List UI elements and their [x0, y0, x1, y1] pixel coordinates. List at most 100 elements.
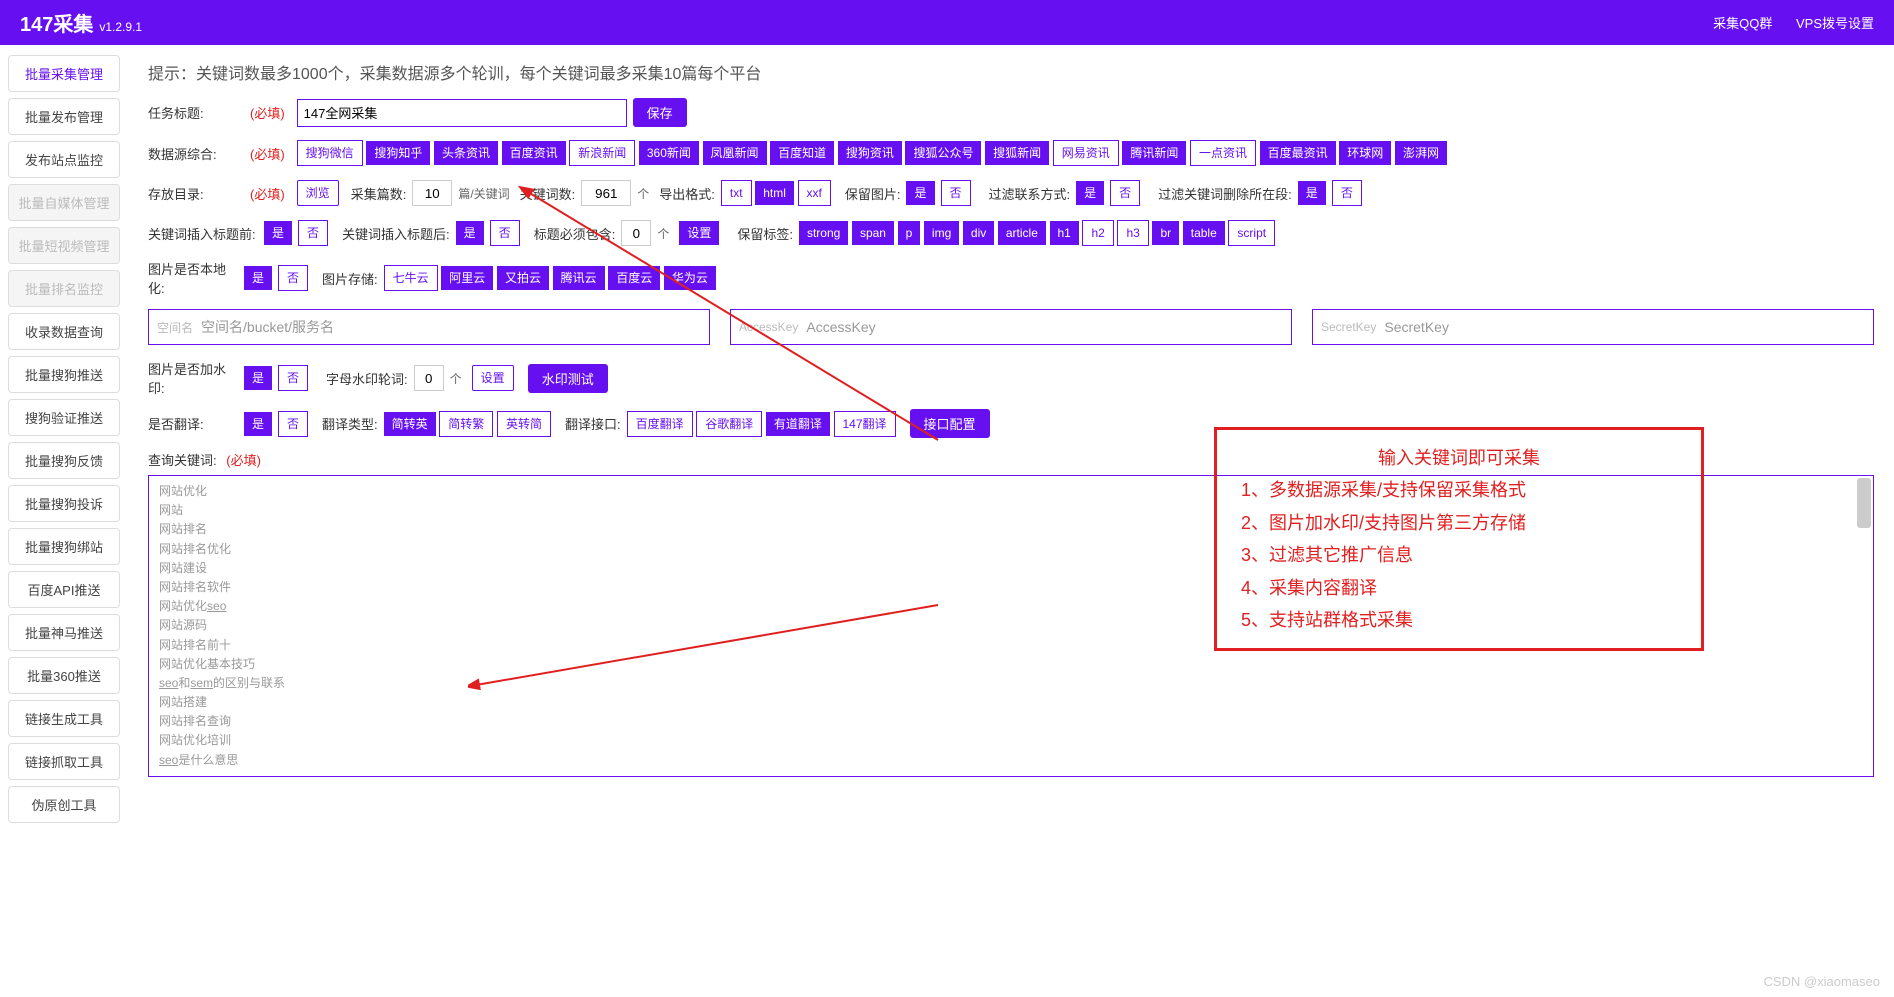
- save-button[interactable]: 保存: [633, 98, 687, 127]
- trans-yes[interactable]: 是: [244, 412, 272, 436]
- wm-rot-label: 字母水印轮词:: [326, 369, 408, 388]
- filter-kw-no[interactable]: 否: [1332, 180, 1362, 206]
- keep-tag-11[interactable]: script: [1228, 220, 1275, 246]
- sidebar-item-9[interactable]: 批量搜狗反馈: [8, 442, 120, 479]
- kw-after-yes[interactable]: 是: [456, 221, 484, 245]
- keep-tag-8[interactable]: h3: [1117, 220, 1148, 246]
- sidebar-item-14[interactable]: 批量360推送: [8, 657, 120, 694]
- source-tag-5[interactable]: 360新闻: [639, 141, 699, 165]
- source-tag-14[interactable]: 百度最资讯: [1260, 141, 1336, 165]
- store-tag-3[interactable]: 腾讯云: [553, 266, 605, 290]
- keep-tag-1[interactable]: span: [852, 221, 894, 245]
- sidebar-item-6[interactable]: 收录数据查询: [8, 313, 120, 350]
- img-local-no[interactable]: 否: [278, 265, 308, 291]
- trans-type-tag-2[interactable]: 英转简: [497, 411, 551, 437]
- source-tag-6[interactable]: 凤凰新闻: [703, 141, 767, 165]
- wm-no[interactable]: 否: [278, 365, 308, 391]
- keep-tag-4[interactable]: div: [963, 221, 994, 245]
- filter-kw-yes[interactable]: 是: [1298, 181, 1326, 205]
- keep-tag-10[interactable]: table: [1183, 221, 1225, 245]
- keep-tag-9[interactable]: br: [1152, 221, 1179, 245]
- sidebar-item-0[interactable]: 批量采集管理: [8, 55, 120, 92]
- trans-api-tag-1[interactable]: 谷歌翻译: [696, 411, 762, 437]
- kwcount-input[interactable]: [581, 180, 631, 206]
- source-tag-3[interactable]: 百度资讯: [502, 141, 566, 165]
- sidebar-item-16[interactable]: 链接抓取工具: [8, 743, 120, 780]
- task-title-input[interactable]: [297, 99, 627, 127]
- title-must-unit: 个: [657, 225, 669, 242]
- keepimg-no[interactable]: 否: [941, 180, 971, 206]
- kw-before-yes[interactable]: 是: [264, 221, 292, 245]
- source-tag-1[interactable]: 搜狗知乎: [366, 141, 430, 165]
- trans-api-tag-3[interactable]: 147翻译: [834, 411, 896, 437]
- link-vps[interactable]: VPS拨号设置: [1796, 16, 1874, 31]
- wm-test-button[interactable]: 水印测试: [528, 364, 608, 393]
- format-tag-2[interactable]: xxf: [798, 180, 831, 206]
- kw-before-no[interactable]: 否: [298, 220, 328, 246]
- sk-input[interactable]: [1384, 319, 1865, 335]
- count-input[interactable]: [412, 180, 452, 206]
- trans-label: 是否翻译:: [148, 414, 238, 433]
- trans-type-tag-1[interactable]: 简转繁: [439, 411, 493, 437]
- source-tag-16[interactable]: 澎湃网: [1395, 141, 1447, 165]
- ak-input[interactable]: [806, 319, 1283, 335]
- browse-button[interactable]: 浏览: [297, 180, 339, 206]
- sidebar-item-15[interactable]: 链接生成工具: [8, 700, 120, 737]
- sidebar-item-17[interactable]: 伪原创工具: [8, 786, 120, 823]
- keyword-textarea[interactable]: 网站优化网站网站排名网站排名优化网站建设网站排名软件网站优化seo网站源码网站排…: [148, 475, 1874, 777]
- sidebar-item-8[interactable]: 搜狗验证推送: [8, 399, 120, 436]
- kw-after-no[interactable]: 否: [490, 220, 520, 246]
- wm-set-button[interactable]: 设置: [472, 365, 514, 391]
- source-tag-0[interactable]: 搜狗微信: [297, 140, 363, 166]
- source-tag-10[interactable]: 搜狐新闻: [985, 141, 1049, 165]
- wm-rot-input[interactable]: [414, 365, 444, 391]
- keepimg-yes[interactable]: 是: [906, 181, 934, 205]
- format-label: 导出格式:: [659, 184, 715, 203]
- space-input[interactable]: [201, 319, 701, 335]
- source-tag-11[interactable]: 网易资讯: [1053, 140, 1119, 166]
- wm-yes[interactable]: 是: [244, 366, 272, 390]
- keep-tag-5[interactable]: article: [998, 221, 1046, 245]
- keep-tag-6[interactable]: h1: [1050, 221, 1079, 245]
- keep-tag-0[interactable]: strong: [799, 221, 848, 245]
- store-tag-1[interactable]: 阿里云: [441, 266, 493, 290]
- trans-type-label: 翻译类型:: [322, 414, 378, 433]
- sidebar-item-13[interactable]: 批量神马推送: [8, 614, 120, 651]
- filter-contact-no[interactable]: 否: [1110, 180, 1140, 206]
- source-tag-15[interactable]: 环球网: [1339, 141, 1391, 165]
- format-tag-1[interactable]: html: [755, 181, 794, 205]
- scrollbar-thumb[interactable]: [1857, 478, 1871, 528]
- img-local-yes[interactable]: 是: [244, 266, 272, 290]
- source-tag-9[interactable]: 搜狐公众号: [905, 141, 981, 165]
- keep-tag-7[interactable]: h2: [1082, 220, 1113, 246]
- keep-tag-2[interactable]: p: [898, 221, 921, 245]
- keep-tag-3[interactable]: img: [924, 221, 959, 245]
- link-qq[interactable]: 采集QQ群: [1713, 16, 1772, 31]
- sidebar-item-12[interactable]: 百度API推送: [8, 571, 120, 608]
- trans-api-tag-0[interactable]: 百度翻译: [627, 411, 693, 437]
- title-must-input[interactable]: [621, 220, 651, 246]
- sidebar-item-11[interactable]: 批量搜狗绑站: [8, 528, 120, 565]
- sidebar-item-10[interactable]: 批量搜狗投诉: [8, 485, 120, 522]
- trans-api-tag-2[interactable]: 有道翻译: [766, 412, 830, 436]
- sidebar-item-2[interactable]: 发布站点监控: [8, 141, 120, 178]
- title-must-set[interactable]: 设置: [679, 221, 719, 245]
- store-tag-5[interactable]: 华为云: [664, 266, 716, 290]
- format-tag-0[interactable]: txt: [721, 180, 752, 206]
- sidebar-item-7[interactable]: 批量搜狗推送: [8, 356, 120, 393]
- trans-no[interactable]: 否: [278, 411, 308, 437]
- source-tag-8[interactable]: 搜狗资讯: [838, 141, 902, 165]
- source-tag-4[interactable]: 新浪新闻: [569, 140, 635, 166]
- trans-type-tag-0[interactable]: 简转英: [384, 412, 436, 436]
- source-tag-2[interactable]: 头条资讯: [434, 141, 498, 165]
- source-tag-7[interactable]: 百度知道: [770, 141, 834, 165]
- source-tag-13[interactable]: 一点资讯: [1190, 140, 1256, 166]
- api-config-button[interactable]: 接口配置: [910, 409, 990, 438]
- store-tag-4[interactable]: 百度云: [608, 266, 660, 290]
- store-tag-2[interactable]: 又拍云: [497, 266, 549, 290]
- filter-contact-yes[interactable]: 是: [1076, 181, 1104, 205]
- source-tag-12[interactable]: 腾讯新闻: [1122, 141, 1186, 165]
- keyword-line: 网站排名: [159, 520, 1863, 539]
- store-tag-0[interactable]: 七牛云: [384, 265, 438, 291]
- sidebar-item-1[interactable]: 批量发布管理: [8, 98, 120, 135]
